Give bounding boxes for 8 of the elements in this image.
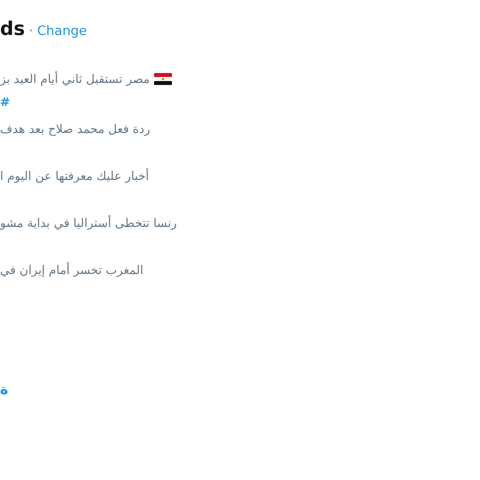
change-link[interactable]: Change xyxy=(37,24,87,39)
trend-text[interactable]: أخبار عليك معرفتها عن اليوم ا xyxy=(0,169,150,183)
hashtag-link[interactable]: # xyxy=(0,95,10,109)
show-more-link[interactable]: ة xyxy=(0,382,8,398)
trend-text[interactable]: ردة فعل محمد صلاح بعد هدف xyxy=(0,122,150,136)
separator: · xyxy=(28,24,34,39)
panel-title: ds xyxy=(0,18,25,40)
trend-text[interactable]: المغرب تخسر أمام إيران في xyxy=(0,263,144,277)
